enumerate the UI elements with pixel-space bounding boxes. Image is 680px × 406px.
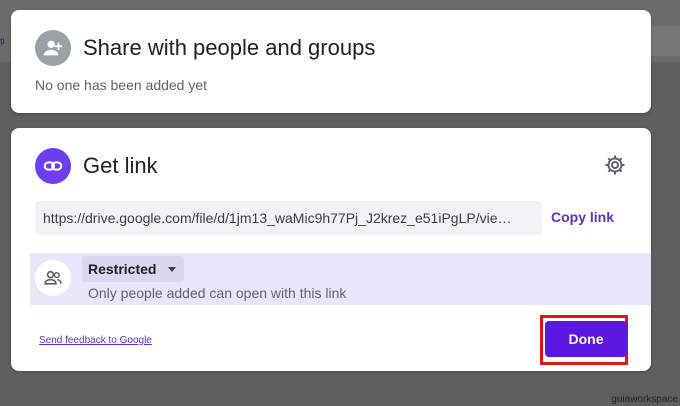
add-person-icon	[35, 30, 71, 66]
access-level-value: Restricted	[88, 261, 157, 277]
background-partial-text: ți	[0, 36, 5, 46]
background-panel-edge	[648, 26, 680, 56]
copy-link-button[interactable]: Copy link	[551, 209, 614, 225]
done-button[interactable]: Done	[545, 321, 627, 357]
access-description: Only people added can open with this lin…	[88, 285, 347, 301]
general-access-row: Restricted Only people added can open wi…	[30, 253, 651, 305]
share-title: Share with people and groups	[83, 35, 376, 60]
caret-down-icon	[168, 266, 177, 272]
access-level-dropdown[interactable]: Restricted	[82, 256, 185, 282]
share-url-text: https://drive.google.com/file/d/1jm13_wa…	[43, 210, 512, 226]
gear-icon[interactable]	[603, 153, 627, 177]
get-link-title: Get link	[83, 153, 158, 178]
share-url-field[interactable]: https://drive.google.com/file/d/1jm13_wa…	[35, 201, 542, 235]
share-empty-message: No one has been added yet	[35, 77, 208, 93]
get-link-card: Get link https://drive.google.com/file/d…	[11, 128, 651, 371]
link-icon	[35, 148, 71, 184]
share-people-card: Share with people and groups No one has …	[11, 10, 651, 113]
watermark: guiaworkspace	[611, 394, 678, 405]
people-icon	[35, 260, 71, 296]
send-feedback-link[interactable]: Send feedback to Google	[39, 335, 152, 346]
